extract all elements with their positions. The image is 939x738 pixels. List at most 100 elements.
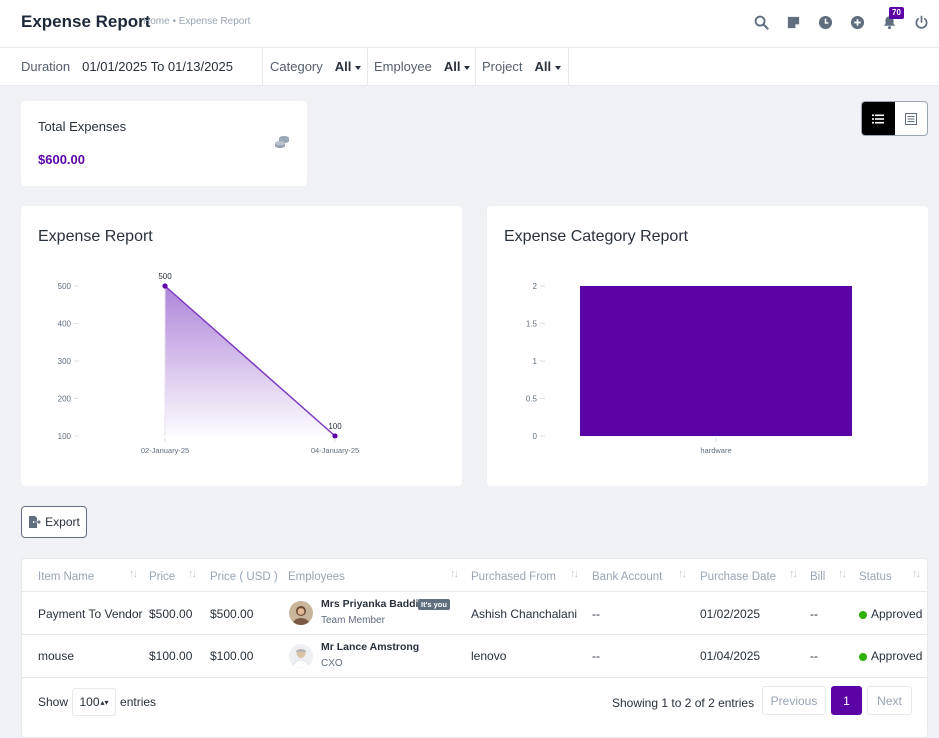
page-1-button[interactable]: 1: [831, 686, 862, 715]
sticky-note-icon[interactable]: [781, 10, 805, 34]
expenses-table: Item Name ↑↓ Price ↑↓ Price ( USD ) Empl…: [21, 558, 928, 738]
expense-report-chart-card: Expense Report 500 400 300 200 100 500 02-Janu…: [21, 206, 462, 486]
purchase-date: 01/02/2025: [700, 607, 761, 621]
export-button[interactable]: Export: [21, 506, 87, 538]
bell-icon[interactable]: 70: [877, 7, 904, 34]
sort-icon[interactable]: ↑↓: [129, 568, 138, 580]
y-tick-label: 1.5: [526, 320, 538, 329]
pagination-info: Showing 1 to 2 of 2 entries: [612, 696, 755, 710]
status: Approved: [859, 649, 922, 663]
employee-dropdown[interactable]: All: [444, 59, 471, 74]
column-header[interactable]: Purchased From: [471, 571, 556, 583]
expense-category-chart: 2 1.5 1 0.5 0 hardware: [526, 282, 852, 455]
sort-icon[interactable]: ↑↓: [838, 568, 847, 580]
previous-button[interactable]: Previous: [762, 686, 826, 715]
avatar[interactable]: [289, 601, 313, 625]
filter-bar: Duration 01/01/2025 To 01/13/2025 Catego…: [0, 48, 939, 86]
y-tick-label: 2: [533, 282, 538, 291]
item-name[interactable]: Payment To Vendor: [38, 607, 143, 621]
y-tick-label: 1: [533, 357, 538, 366]
coins-icon: [274, 135, 290, 153]
item-name[interactable]: mouse: [38, 649, 74, 663]
table-row[interactable]: mouse $100.00 $100.00 Mr Lance Amstrong …: [22, 635, 927, 678]
column-header[interactable]: Employees: [288, 571, 345, 583]
entries-label: entries: [120, 695, 157, 709]
sort-icon[interactable]: ↑↓: [678, 568, 687, 580]
sort-icon[interactable]: ↑↓: [188, 568, 197, 580]
entries-value: 100: [79, 695, 100, 709]
caret-down-icon: [464, 65, 471, 70]
divider: [568, 48, 569, 85]
category-dropdown[interactable]: All: [335, 59, 362, 74]
total-expenses-value: $600.00: [38, 152, 85, 167]
employee-name[interactable]: Mrs Priyanka Baddi: [321, 598, 418, 610]
purchased-from: Ashish Chanchalani: [471, 607, 578, 621]
employee-filter[interactable]: Employee All: [374, 48, 471, 85]
expense-category-chart-card: Expense Category Report 2 1.5 1 0.5 0 hardwar…: [487, 206, 928, 486]
clock-icon[interactable]: [813, 10, 837, 34]
caret-down-icon: [355, 65, 362, 70]
bill: --: [810, 649, 818, 663]
purchased-from: lenovo: [471, 649, 507, 663]
list-view-icon[interactable]: [862, 102, 895, 135]
data-label: 100: [328, 422, 342, 431]
category-value: All: [334, 59, 352, 74]
price: $100.00: [149, 649, 193, 663]
y-tick-label: 100: [58, 432, 72, 441]
divider: [367, 48, 368, 85]
data-point: [162, 283, 168, 289]
bank-account: --: [592, 607, 600, 621]
notification-badge: 70: [889, 7, 904, 19]
status-label: Approved: [871, 607, 923, 621]
select-arrows-icon: ▴▾: [100, 697, 109, 707]
caret-down-icon: [555, 65, 562, 70]
column-header[interactable]: Price: [149, 571, 175, 583]
power-icon[interactable]: [909, 10, 933, 34]
column-header[interactable]: Bank Account: [592, 571, 662, 583]
status-dot-icon: [859, 653, 867, 661]
purchase-date: 01/04/2025: [700, 649, 761, 663]
divider: [475, 48, 476, 85]
column-header[interactable]: Status: [859, 571, 892, 583]
employee-value: All: [443, 59, 461, 74]
status-dot-icon: [859, 611, 867, 619]
employee-name[interactable]: Mr Lance Amstrong: [321, 641, 419, 653]
breadcrumb[interactable]: Home • Expense Report: [143, 16, 250, 27]
project-label: Project: [482, 59, 523, 74]
category-label: Category: [270, 59, 323, 74]
next-button[interactable]: Next: [867, 686, 912, 715]
employee-label: Employee: [374, 59, 432, 74]
column-header[interactable]: Item Name: [38, 571, 94, 583]
search-icon[interactable]: [749, 10, 773, 34]
avatar[interactable]: [289, 644, 313, 668]
total-expenses-card: Total Expenses $600.00: [21, 101, 307, 186]
price-usd: $500.00: [210, 607, 254, 621]
x-tick-label: hardware: [700, 446, 731, 455]
export-label: Export: [45, 515, 80, 529]
column-header[interactable]: Purchase Date: [700, 571, 776, 583]
divider: [262, 48, 263, 85]
entries-select[interactable]: 100 ▴▾: [72, 688, 117, 716]
table-header: Item Name ↑↓ Price ↑↓ Price ( USD ) Empl…: [22, 559, 927, 592]
category-filter[interactable]: Category All: [270, 48, 362, 85]
data-point: [332, 433, 338, 439]
column-header[interactable]: Price ( USD ): [210, 571, 278, 583]
report-view-icon[interactable]: [895, 102, 928, 135]
bank-account: --: [592, 649, 600, 663]
duration-filter[interactable]: Duration 01/01/2025 To 01/13/2025: [21, 48, 233, 85]
sort-icon[interactable]: ↑↓: [789, 568, 798, 580]
duration-value[interactable]: 01/01/2025 To 01/13/2025: [82, 59, 233, 74]
sort-icon[interactable]: ↑↓: [450, 568, 459, 580]
project-dropdown[interactable]: All: [534, 59, 562, 74]
top-icons: 70: [741, 7, 933, 34]
table-row[interactable]: Payment To Vendor $500.00 $500.00 Mrs Pr…: [22, 592, 927, 635]
project-filter[interactable]: Project All: [482, 48, 562, 85]
add-circle-icon[interactable]: [845, 10, 869, 34]
y-tick-label: 500: [58, 282, 72, 291]
export-icon: [29, 516, 42, 528]
y-tick-label: 300: [58, 357, 72, 366]
column-header[interactable]: Bill: [810, 571, 825, 583]
price: $500.00: [149, 607, 193, 621]
sort-icon[interactable]: ↑↓: [570, 568, 579, 580]
sort-icon[interactable]: ↑↓: [912, 568, 921, 580]
